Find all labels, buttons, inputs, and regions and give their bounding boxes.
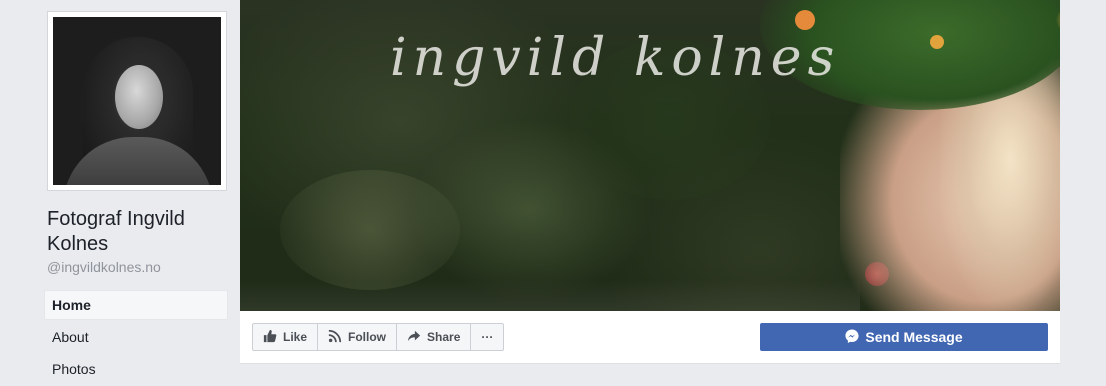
share-button[interactable]: Share (396, 323, 472, 351)
follow-button[interactable]: Follow (317, 323, 398, 351)
cover-photo[interactable]: ingvild kolnes (240, 0, 1060, 311)
action-button-group: Like Follow Share ··· (252, 323, 505, 351)
share-arrow-icon (407, 329, 421, 346)
cover-foliage-blur (280, 170, 460, 290)
more-options-button[interactable]: ··· (470, 323, 505, 351)
like-button[interactable]: Like (252, 323, 319, 351)
send-message-button[interactable]: Send Message (760, 323, 1048, 351)
page-handle[interactable]: @ingvildkolnes.no (47, 259, 161, 275)
ellipsis-icon: ··· (481, 330, 494, 344)
nav-item-home[interactable]: Home (44, 290, 228, 320)
thumbs-up-icon (263, 329, 277, 346)
send-message-label: Send Message (865, 329, 963, 345)
profile-picture[interactable] (53, 17, 221, 185)
profile-picture-frame[interactable] (47, 11, 227, 191)
like-button-label: Like (283, 330, 308, 344)
page-title[interactable]: Fotograf Ingvild Kolnes (47, 207, 232, 257)
cover-logo-script: ingvild kolnes (390, 28, 841, 88)
cover-orange-flower (930, 35, 944, 49)
cover-ground (240, 280, 860, 311)
rss-icon (328, 329, 342, 346)
page-nav: Home About Photos (44, 290, 228, 386)
messenger-icon (845, 328, 859, 346)
page-action-bar: Like Follow Share ··· Send Message (240, 311, 1060, 364)
profile-picture-face (115, 65, 163, 129)
share-button-label: Share (427, 330, 461, 344)
follow-button-label: Follow (348, 330, 387, 344)
nav-item-photos[interactable]: Photos (44, 354, 228, 384)
cover-orange-flower (795, 10, 815, 30)
nav-item-about[interactable]: About (44, 322, 228, 352)
